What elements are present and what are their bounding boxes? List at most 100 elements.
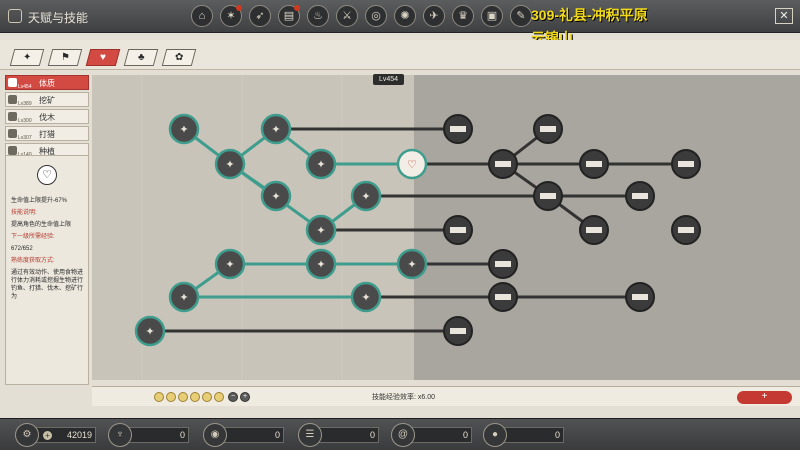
add-button[interactable]: + — [737, 391, 792, 404]
skill-node-icon: ✦ — [225, 158, 234, 171]
resource-scroll: ☰ 0 — [298, 423, 379, 447]
resource-swirl: @ 0 — [391, 423, 472, 447]
skill-node-icon: ✦ — [361, 190, 370, 203]
lock-icon — [632, 294, 648, 300]
trophy-icon[interactable]: ♛ — [452, 5, 474, 27]
lock-icon — [495, 261, 511, 267]
resource-value: 0 — [369, 430, 375, 440]
skills-icon[interactable]: ✎ — [510, 5, 532, 27]
skill-node-icon: ✦ — [316, 158, 325, 171]
skill-level: Lv307 — [18, 135, 32, 141]
resource-orb: ● 0 — [483, 423, 564, 447]
skill-level: Lv454 — [18, 84, 32, 90]
skill-node-icon: ✦ — [407, 258, 416, 271]
skill-node-icon: ✦ — [316, 258, 325, 271]
minus-icon[interactable]: − — [228, 392, 238, 402]
skill-name: 挖矿 — [39, 96, 55, 105]
potion-icon[interactable]: ♨ — [307, 5, 329, 27]
tree-level-badge: Lv454 — [373, 74, 405, 85]
sidebar-item-mining[interactable]: Lv389 挖矿 — [5, 92, 89, 107]
plus-icon[interactable]: + — [240, 392, 250, 402]
lock-icon — [450, 126, 466, 132]
window-title: 天赋与技能 — [28, 11, 89, 25]
skill-node-icon: ✦ — [179, 291, 188, 304]
sidebar-item-logging[interactable]: Lv300 伐木 — [5, 109, 89, 124]
coin-icon: ⚙ — [15, 423, 39, 447]
resource-value: 0 — [554, 430, 560, 440]
lock-icon — [678, 161, 694, 167]
tab-crafting[interactable]: ♣ — [123, 49, 159, 66]
sword-icon[interactable]: ⚔ — [336, 5, 358, 27]
resource-bar: ⚙ + 42019 ♆ 0 ◉ 0 ☰ 0 @ 0 ● 0 — [0, 418, 800, 450]
skill-tree: ✦ ✦ ✦ ✦ ♡ ✦ ✦ ✦ ✦ ✦ ✦ ✦ ✦ ✦ Lv454 — [92, 74, 800, 380]
resource-coin: ⚙ + 42019 — [15, 423, 96, 447]
tab-physique[interactable]: ♥ — [85, 49, 121, 66]
star-icon[interactable]: ✶ — [220, 5, 242, 27]
lock-icon — [450, 227, 466, 233]
pickaxe-icon — [8, 95, 17, 104]
gain-title: 熟练度获取方式: — [11, 258, 55, 264]
lock-icon — [678, 227, 694, 233]
category-tabs: ✦ ⚑ ♥ ♣ ✿ — [0, 40, 800, 70]
coin-icon — [190, 392, 200, 402]
sidebar-item-hunting[interactable]: Lv307 打猎 — [5, 126, 89, 141]
sprout-icon — [8, 146, 17, 155]
resource-ring: ◉ 0 — [203, 423, 284, 447]
scroll-icon[interactable]: ▤ — [278, 5, 300, 27]
shield-icon[interactable]: ◎ — [365, 5, 387, 27]
skill-node-icon: ✦ — [271, 123, 280, 136]
next-level-title: 下一级所需经验: — [11, 234, 55, 240]
skill-node-icon: ✦ — [179, 123, 188, 136]
close-icon[interactable]: ✕ — [775, 8, 793, 24]
book-icon[interactable]: ▣ — [481, 5, 503, 27]
tab-combat[interactable]: ✦ — [9, 49, 45, 66]
resource-value: 42019 — [66, 430, 92, 440]
next-level-value: 672/652 — [11, 246, 33, 252]
skill-level: Lv300 — [18, 118, 32, 124]
menu-icon[interactable] — [8, 9, 22, 23]
bottom-strip: − + 技能经验效率: x6.00 + — [92, 386, 800, 406]
stream-overlay-location: 309-礼县-冲积平原 — [531, 7, 648, 23]
skill-node-icon: ✦ — [271, 190, 280, 203]
ring-icon: ◉ — [203, 423, 227, 447]
lock-icon — [586, 161, 602, 167]
resource-value: 0 — [274, 430, 280, 440]
bird-icon[interactable]: ✈ — [423, 5, 445, 27]
heart-icon — [8, 78, 17, 87]
tab-gathering[interactable]: ⚑ — [47, 49, 83, 66]
lock-icon — [450, 328, 466, 334]
sidebar-item-physique[interactable]: Lv454 体质 — [5, 75, 89, 90]
resource-rune: ♆ 0 — [108, 423, 189, 447]
effect-text: 生命值上限提升-67% — [11, 198, 68, 204]
coin-icon — [202, 392, 212, 402]
wing-icon[interactable]: ➶ — [249, 5, 271, 27]
lock-icon — [495, 294, 511, 300]
desc-text: 提高角色的生命值上限 — [11, 222, 72, 228]
skill-name: 体质 — [39, 79, 55, 88]
lock-icon — [586, 227, 602, 233]
lock-icon — [632, 193, 648, 199]
skill-node-icon: ✦ — [361, 291, 370, 304]
efficiency-text: 技能经验效率: x6.00 — [372, 394, 436, 401]
skill-node-icon: ♡ — [407, 158, 417, 171]
rune-icon: ♆ — [108, 423, 132, 447]
skill-detail-panel: ♡ 生命值上限提升-67% 技能说明: 提高角色的生命值上限 下一级所需经验: … — [5, 155, 89, 385]
coin-icon — [154, 392, 164, 402]
coin-icon — [178, 392, 188, 402]
lock-icon — [495, 161, 511, 167]
swirl-icon: @ — [391, 423, 415, 447]
home-icon[interactable]: ⌂ — [191, 5, 213, 27]
coin-icon — [166, 392, 176, 402]
lock-icon — [540, 126, 556, 132]
skill-level: Lv389 — [18, 101, 32, 107]
skill-node-icon: ✦ — [145, 325, 154, 338]
heart-icon: ♡ — [37, 165, 57, 185]
compass-icon[interactable]: ✺ — [394, 5, 416, 27]
plus-icon[interactable]: + — [43, 431, 52, 440]
resource-value: 0 — [462, 430, 468, 440]
tab-farming[interactable]: ✿ — [161, 49, 197, 66]
axe-icon — [8, 112, 17, 121]
skill-tree-graph: ✦ ✦ ✦ ✦ ♡ ✦ ✦ ✦ ✦ ✦ ✦ ✦ ✦ ✦ — [134, 75, 800, 380]
skill-name: 伐木 — [39, 113, 55, 122]
skill-node-icon: ✦ — [225, 258, 234, 271]
